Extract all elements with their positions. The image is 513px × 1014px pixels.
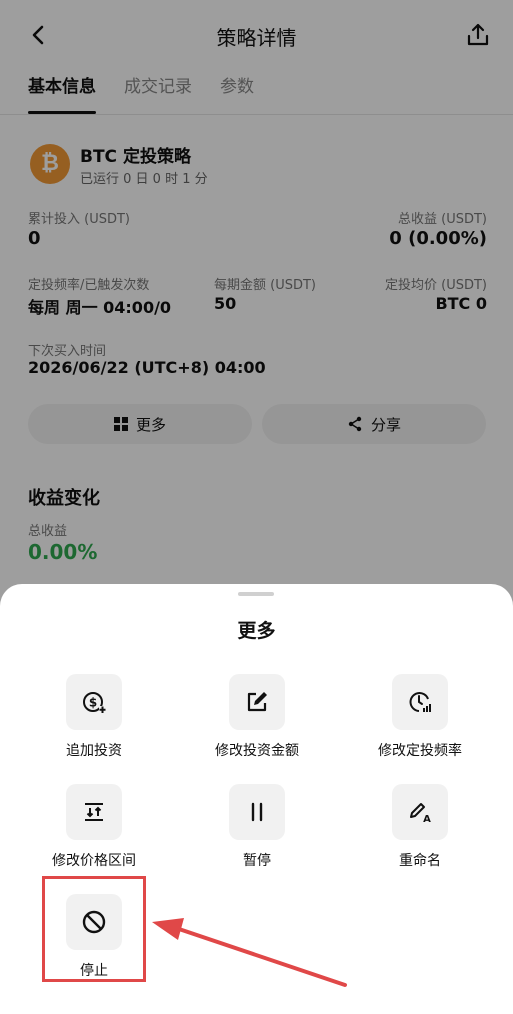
range-icon	[85, 803, 103, 821]
rename-label: 重命名	[399, 853, 441, 869]
edit-frequency-icon-box	[392, 674, 448, 730]
pause-button[interactable]: 暂停	[187, 784, 327, 870]
add-investment-icon-box: $	[66, 674, 122, 730]
svg-text:A: A	[423, 814, 431, 825]
edit-amount-label: 修改投资金额	[215, 743, 299, 759]
clock-icon	[409, 692, 431, 712]
edit-amount-icon-box	[229, 674, 285, 730]
rename-icon-box: A	[392, 784, 448, 840]
edit-frequency-label: 修改定投频率	[378, 743, 462, 759]
edit-price-range-button[interactable]: 修改价格区间	[24, 784, 164, 870]
add-investment-label: 追加投资	[66, 743, 122, 759]
sheet-handle[interactable]	[238, 592, 274, 596]
edit-amount-button[interactable]: 修改投资金额	[187, 674, 327, 760]
edit-price-range-label: 修改价格区间	[52, 853, 136, 869]
pause-icon	[251, 802, 263, 822]
red-pointer-arrow	[152, 918, 347, 987]
stop-highlight-box	[42, 876, 146, 982]
dollar-plus-icon: $	[83, 692, 106, 713]
rename-pen-icon: A	[410, 803, 431, 825]
rename-button[interactable]: A 重命名	[350, 784, 490, 870]
add-investment-button[interactable]: $ 追加投资	[24, 674, 164, 760]
svg-text:$: $	[89, 696, 97, 710]
pause-icon-box	[229, 784, 285, 840]
edit-icon	[247, 692, 267, 712]
edit-frequency-button[interactable]: 修改定投频率	[350, 674, 490, 760]
edit-price-range-icon-box	[66, 784, 122, 840]
pause-label: 暂停	[243, 853, 271, 869]
sheet-title: 更多	[237, 620, 276, 642]
